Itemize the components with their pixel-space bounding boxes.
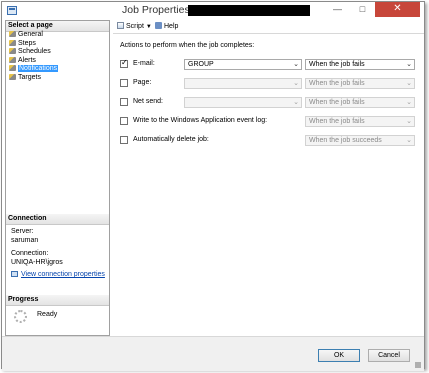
close-button[interactable]: ✕ (375, 2, 420, 17)
script-label: Script (126, 23, 144, 30)
progress-spinner-icon (14, 310, 27, 323)
chevron-down-icon: ⌄ (406, 60, 412, 68)
chevron-down-icon: ⌄ (406, 98, 412, 106)
net-send-checkbox[interactable] (120, 98, 128, 106)
dialog-body: Select a page General Steps Schedules Al… (2, 20, 424, 371)
maximize-button[interactable]: □ (350, 2, 375, 17)
page-icon (9, 73, 16, 80)
script-button[interactable]: Script ▼ (117, 22, 152, 32)
email-row: E-mail: GROUP ⌄ When the job fails ⌄ (120, 58, 423, 70)
delete-job-checkbox[interactable] (120, 136, 128, 144)
window-app-icon (7, 6, 17, 15)
page-icon (9, 31, 16, 37)
notifications-panel: Actions to perform when the job complete… (113, 34, 424, 336)
window-title: Job Properties - (122, 4, 197, 16)
page-condition-value: When the job fails (309, 80, 365, 87)
progress-status: Ready (37, 311, 58, 318)
page-icon (9, 65, 16, 71)
page-operator-select: ⌄ (184, 78, 302, 89)
chevron-down-icon: ⌄ (293, 98, 299, 106)
email-operator-value: GROUP (188, 61, 214, 68)
left-pane: Select a page General Steps Schedules Al… (5, 20, 110, 336)
server-value: saruman (11, 236, 39, 244)
page-item-targets[interactable]: Targets (7, 73, 108, 83)
chevron-down-icon: ⌄ (293, 60, 299, 68)
connection-value: UNIQA-HR\jgros (11, 258, 63, 266)
page-checkbox[interactable] (120, 79, 128, 87)
page-icon (9, 39, 16, 46)
job-properties-window: Job Properties - — □ ✕ Select a page Gen… (1, 1, 425, 371)
chevron-down-icon: ⌄ (406, 136, 412, 144)
email-operator-select[interactable]: GROUP ⌄ (184, 59, 302, 70)
cancel-button[interactable]: Cancel (368, 349, 410, 362)
view-connection-properties[interactable]: View connection properties (11, 271, 105, 278)
page-item-label: Notifications (18, 65, 59, 72)
minimize-button[interactable]: — (325, 2, 350, 17)
connection-label: Connection: (11, 250, 49, 257)
connection-info: Server: saruman Connection: UNIQA-HR\jgr… (11, 228, 63, 267)
delete-job-condition-value: When the job succeeds (309, 137, 382, 144)
resize-grip-icon[interactable] (415, 362, 421, 368)
page-item-label: Targets (18, 73, 41, 81)
delete-job-row: Automatically delete job: When the job s… (120, 135, 423, 146)
connection-header: Connection (6, 214, 109, 225)
progress-header: Progress (6, 295, 109, 306)
page-item-label: Steps (18, 39, 36, 47)
page-item-notifications[interactable]: Notifications (7, 65, 108, 74)
page-icon (9, 48, 16, 54)
page-item-label: Alerts (18, 56, 36, 64)
event-log-row: Write to the Windows Application event l… (120, 116, 423, 127)
redacted-title-block (188, 5, 310, 16)
net-send-condition-value: When the job fails (309, 99, 365, 106)
page-list: General Steps Schedules Alerts Notificat… (7, 31, 108, 82)
page-icon (9, 56, 16, 63)
event-log-condition-value: When the job fails (309, 118, 365, 125)
help-label: Help (164, 23, 179, 30)
page-condition-select: When the job fails ⌄ (305, 78, 415, 89)
chevron-down-icon: ⌄ (406, 79, 412, 87)
event-log-condition-select: When the job fails ⌄ (305, 116, 415, 127)
page-label: Page: (133, 79, 152, 86)
page-item-schedules[interactable]: Schedules (7, 48, 108, 57)
net-send-label: Net send: (133, 98, 163, 105)
page-item-steps[interactable]: Steps (7, 39, 108, 49)
delete-job-condition-select: When the job succeeds ⌄ (305, 135, 415, 146)
page-item-label: General (18, 31, 43, 38)
email-label: E-mail: (133, 60, 155, 67)
server-label: Server: (11, 228, 34, 235)
email-condition-select[interactable]: When the job fails ⌄ (305, 59, 415, 70)
event-log-label: Write to the Windows Application event l… (133, 117, 268, 124)
connection-properties-icon (11, 271, 18, 277)
email-condition-value: When the job fails (309, 61, 365, 68)
event-log-checkbox[interactable] (120, 117, 128, 125)
net-send-operator-select: ⌄ (184, 97, 302, 108)
toolbar: Script ▼ Help (113, 20, 424, 34)
help-icon (155, 22, 162, 29)
script-icon (117, 22, 124, 29)
view-connection-link[interactable]: View connection properties (21, 271, 105, 278)
delete-job-label: Automatically delete job: (133, 136, 209, 143)
help-button[interactable]: Help (155, 22, 178, 31)
net-send-row: Net send: ⌄ When the job fails ⌄ (120, 97, 423, 108)
chevron-down-icon: ⌄ (293, 79, 299, 87)
page-item-label: Schedules (18, 48, 51, 55)
title-bar[interactable]: Job Properties - — □ ✕ (2, 2, 424, 20)
chevron-down-icon: ⌄ (406, 117, 412, 125)
dialog-footer: OK Cancel (2, 336, 424, 371)
page-item-general[interactable]: General (7, 31, 108, 40)
ok-button[interactable]: OK (318, 349, 360, 362)
actions-heading: Actions to perform when the job complete… (120, 42, 255, 49)
page-item-alerts[interactable]: Alerts (7, 56, 108, 66)
page-row: Page: ⌄ When the job fails ⌄ (120, 78, 423, 89)
net-send-condition-select: When the job fails ⌄ (305, 97, 415, 108)
email-checkbox[interactable] (120, 58, 128, 68)
chevron-down-icon[interactable]: ▼ (146, 24, 152, 30)
